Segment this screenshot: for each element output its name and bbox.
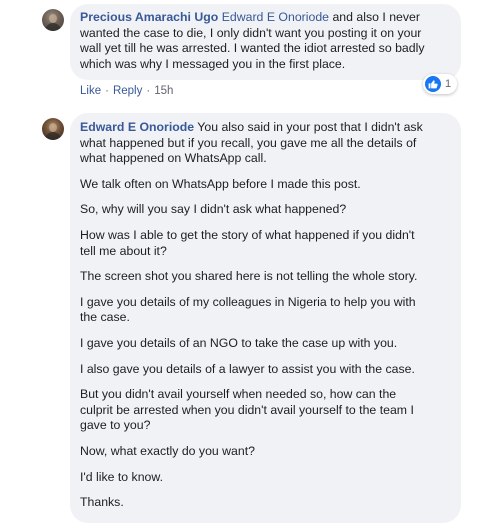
comment-line: Thanks. xyxy=(80,495,124,510)
comment-paragraph: We talk often on WhatsApp before I made … xyxy=(80,177,449,193)
comment-timestamp[interactable]: 15h xyxy=(154,85,173,97)
comment-line: I gave you details of an NGO to take the… xyxy=(80,335,398,350)
comment-paragraph: I gave you details of an NGO to take the… xyxy=(80,336,449,352)
reply-link[interactable]: Reply xyxy=(113,85,142,97)
comment-line: wanted the case to die, I only didn't wa… xyxy=(80,25,422,40)
avatar[interactable] xyxy=(42,118,64,140)
comment-line: I gave you details of my colleagues in N… xyxy=(80,294,416,309)
comment-line: culprit be arrested when you didn't avai… xyxy=(80,402,414,417)
comment-line: The screen shot you shared here is not t… xyxy=(80,269,418,284)
comment-paragraph: But you didn't avail yourself when neede… xyxy=(80,387,449,434)
reaction-count: 1 xyxy=(445,78,452,90)
thumbs-up-icon xyxy=(425,76,441,92)
comment-line: You also said in your post that I didn't… xyxy=(194,120,423,134)
comment-actions: Like · Reply · 15h xyxy=(80,84,173,98)
separator-dot: · xyxy=(146,85,151,97)
comment-author[interactable]: Edward E Onoriode xyxy=(80,120,194,134)
comment-line: the case. xyxy=(80,310,130,325)
comment-line: what happened on WhatsApp call. xyxy=(80,151,267,166)
reaction-count-badge[interactable]: 1 xyxy=(423,74,458,94)
comment-text: Precious Amarachi Ugo Edward E Onoriode … xyxy=(80,10,449,72)
comment-paragraph: I also gave you details of a lawyer to a… xyxy=(80,362,449,378)
comment-line: wall yet till he was arrested. I wanted … xyxy=(80,41,425,56)
comment-bubble: Precious Amarachi Ugo Edward E Onoriode … xyxy=(70,4,461,80)
comment-line: tell me about it? xyxy=(80,243,167,258)
comment-paragraph: Now, what exactly do you want? xyxy=(80,444,449,460)
mention-link[interactable]: Edward E Onoriode xyxy=(222,10,329,24)
comment-paragraph: So, why will you say I didn't ask what h… xyxy=(80,202,449,218)
comment-line: We talk often on WhatsApp before I made … xyxy=(80,176,361,191)
comment-line: I'd like to know. xyxy=(80,469,164,484)
comment-line: and also I never xyxy=(329,10,420,24)
comment-paragraph: I'd like to know. xyxy=(80,470,449,486)
comment-line: So, why will you say I didn't ask what h… xyxy=(80,202,347,217)
separator-dot: · xyxy=(105,85,109,97)
comment-paragraph: The screen shot you shared here is not t… xyxy=(80,269,449,285)
avatar[interactable] xyxy=(42,9,64,31)
comment-line: I also gave you details of a lawyer to a… xyxy=(80,361,415,376)
comment-line: gave to you? xyxy=(80,418,151,433)
comment-line: Now, what exactly do you want? xyxy=(80,443,255,458)
comment-author[interactable]: Precious Amarachi Ugo xyxy=(80,10,218,24)
comment-line: what happened but if you recall, you gav… xyxy=(80,135,417,150)
like-link[interactable]: Like xyxy=(80,85,101,97)
comment-line: which was why I messaged you in the firs… xyxy=(80,56,346,71)
comment-paragraph: How was I able to get the story of what … xyxy=(80,228,449,259)
comment-paragraph: Thanks. xyxy=(80,495,449,511)
comment-line: But you didn't avail yourself when neede… xyxy=(80,387,397,402)
comment-bubble: Edward E Onoriode You also said in your … xyxy=(70,113,461,523)
comment-line: How was I able to get the story of what … xyxy=(80,227,415,242)
comment-paragraph: Edward E Onoriode You also said in your … xyxy=(80,120,449,167)
comment-paragraph: I gave you details of my colleagues in N… xyxy=(80,295,449,326)
